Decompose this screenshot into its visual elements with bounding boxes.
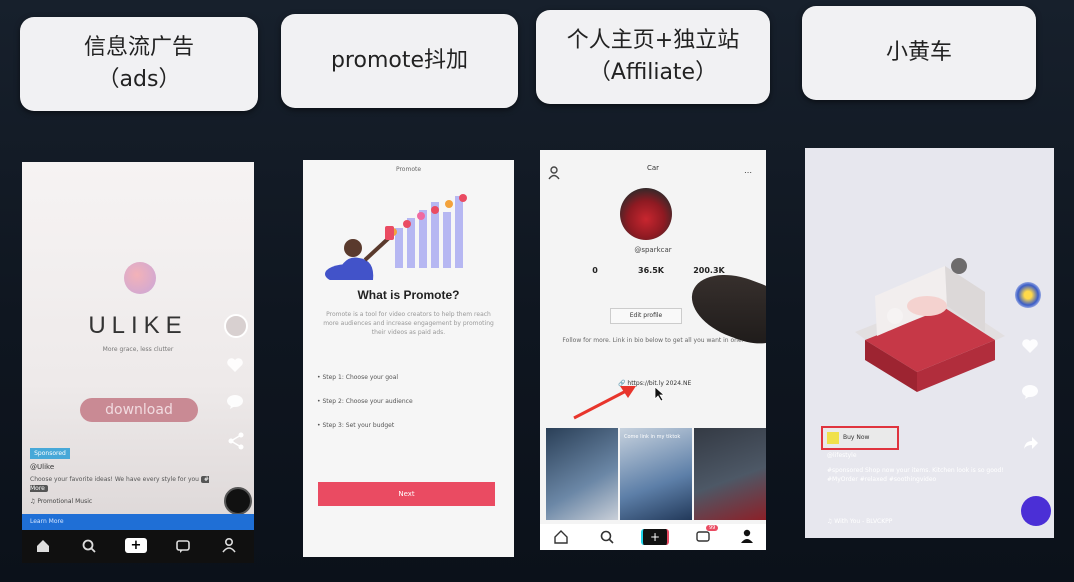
video-thumb-3[interactable] bbox=[694, 428, 766, 520]
phone-promote-screen: Promote What is Promote? Promote is a to… bbox=[303, 160, 514, 557]
search-icon[interactable] bbox=[600, 530, 614, 544]
header-cart-line1: 小黄车 bbox=[885, 40, 952, 65]
creator-avatar[interactable] bbox=[1015, 282, 1041, 308]
home-icon[interactable] bbox=[36, 539, 50, 553]
home-icon[interactable] bbox=[554, 530, 568, 544]
following-count[interactable]: 0 bbox=[570, 266, 620, 275]
share-icon[interactable] bbox=[1023, 436, 1039, 450]
profile-bio: Follow for more. Link in bio below to ge… bbox=[562, 337, 744, 344]
video-account[interactable]: @lifestyle bbox=[827, 452, 857, 459]
music-title: With You - BLVCKPP bbox=[834, 518, 893, 525]
profile-icon[interactable] bbox=[222, 538, 236, 553]
profile-avatar[interactable] bbox=[620, 188, 672, 240]
promote-next-button[interactable]: Next bbox=[318, 482, 495, 506]
video-caption: #sponsored Shop now your items. Kitchen … bbox=[827, 467, 1004, 483]
ad-caption: Choose your favorite ideas! We have ever… bbox=[30, 475, 210, 493]
step-1-text: Step 1: Choose your goal bbox=[322, 374, 399, 381]
plus-icon[interactable]: + bbox=[125, 538, 147, 553]
video-grid: Come link in my tiktok bbox=[546, 428, 766, 520]
promote-description: Promote is a tool for video creators to … bbox=[323, 311, 494, 336]
bottom-nav: + 99 bbox=[540, 524, 766, 550]
step-2-text: Step 2: Choose your audience bbox=[322, 398, 413, 405]
promote-title: What is Promote? bbox=[357, 288, 460, 302]
phone-shopping-screen: Buy Now @lifestyle #sponsored Shop now y… bbox=[805, 148, 1054, 538]
video-thumb-1[interactable] bbox=[546, 428, 618, 520]
followers-count[interactable]: 36.5K bbox=[626, 266, 676, 275]
phone-profile-screen: Car ⋯ @sparkcar 0 36.5K 200.3K Edit prof… bbox=[540, 150, 766, 550]
header-card-promote: promote抖加 bbox=[281, 14, 518, 108]
edit-profile-button[interactable]: Edit profile bbox=[610, 308, 682, 324]
promote-step-1: • Step 1: Choose your goal bbox=[317, 374, 398, 381]
likes-count[interactable]: 200.3K bbox=[684, 266, 734, 275]
brand-name: ULIKE bbox=[88, 312, 188, 339]
ad-handle[interactable]: @Ulike bbox=[30, 463, 54, 471]
mouse-cursor-icon bbox=[654, 386, 666, 402]
promote-header: Promote bbox=[395, 166, 422, 173]
ulike-logo-icon bbox=[124, 262, 156, 294]
header-card-affiliate: 个人主页+独立站 （Affiliate） bbox=[536, 10, 770, 104]
inbox-icon[interactable] bbox=[176, 539, 190, 553]
profile-title: Car bbox=[646, 164, 660, 172]
comment-icon[interactable] bbox=[1021, 384, 1039, 400]
music-disc-icon[interactable] bbox=[224, 487, 252, 515]
like-icon[interactable] bbox=[1021, 338, 1039, 354]
share-icon[interactable] bbox=[227, 432, 245, 450]
header-affiliate-line2: （Affiliate） bbox=[588, 60, 718, 85]
promote-step-2: • Step 2: Choose your audience bbox=[317, 398, 413, 405]
header-promote-line1: promote抖加 bbox=[330, 48, 469, 73]
video-thumb-label: Come link in my tiktok bbox=[624, 434, 681, 440]
step-3-text: Step 3: Set your budget bbox=[322, 422, 395, 429]
header-ads-line1: 信息流广告 bbox=[83, 35, 194, 60]
avatar[interactable] bbox=[224, 314, 248, 338]
ad-caption-text: Choose your favorite ideas! We have ever… bbox=[30, 476, 199, 483]
buy-now-button[interactable]: Buy Now bbox=[821, 426, 899, 450]
profile-username: @sparkcar bbox=[634, 246, 672, 254]
music-note-icon: ♫ bbox=[30, 498, 36, 505]
download-button[interactable]: download bbox=[80, 398, 198, 422]
phone-ads-screen: ULIKE More grace, less clutter download … bbox=[22, 162, 254, 563]
product-video bbox=[835, 236, 1015, 396]
product-thumbnail-icon bbox=[827, 432, 839, 444]
video-thumb-2[interactable]: Come link in my tiktok bbox=[620, 428, 692, 520]
promote-illustration bbox=[325, 190, 495, 280]
header-card-shopping-cart: 小黄车 bbox=[802, 6, 1036, 100]
search-icon[interactable] bbox=[82, 539, 96, 553]
brand-tagline: More grace, less clutter bbox=[102, 346, 174, 353]
promote-step-3: • Step 3: Set your budget bbox=[317, 422, 394, 429]
music-title: Promotional Music bbox=[37, 498, 93, 505]
profile-menu-icon[interactable]: ⋯ bbox=[744, 168, 752, 177]
header-affiliate-line1: 个人主页+独立站 bbox=[566, 28, 740, 53]
header-card-ads: 信息流广告 （ads） bbox=[20, 17, 258, 111]
comment-icon[interactable] bbox=[226, 394, 244, 410]
header-ads-line2: （ads） bbox=[97, 67, 181, 92]
profile-icon[interactable] bbox=[740, 529, 754, 544]
music-info: ♫ Promotional Music bbox=[30, 498, 92, 505]
music-info: ♫ With You - BLVCKPP bbox=[827, 518, 892, 525]
bottom-nav: + bbox=[22, 530, 254, 563]
plus-icon[interactable]: + bbox=[641, 529, 669, 545]
sponsored-badge: Sponsored bbox=[30, 448, 70, 459]
buy-now-label[interactable]: Buy Now bbox=[843, 428, 869, 448]
music-disc-icon[interactable] bbox=[1021, 496, 1051, 526]
like-icon[interactable] bbox=[226, 357, 244, 373]
inbox-icon[interactable] bbox=[696, 530, 710, 544]
learn-more-bar[interactable]: Learn More bbox=[22, 514, 254, 530]
red-arrow-annotation bbox=[570, 382, 640, 422]
notification-badge: 99 bbox=[706, 525, 719, 531]
